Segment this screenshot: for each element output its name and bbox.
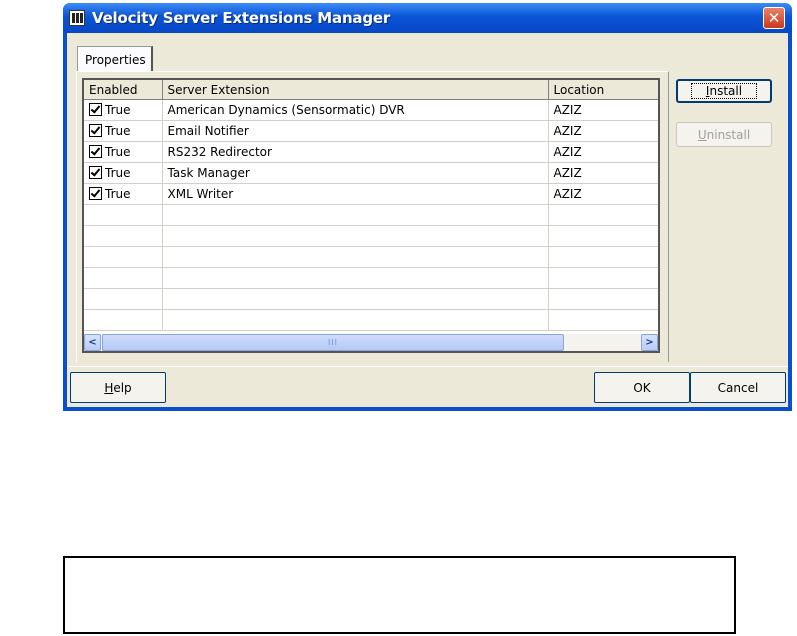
empty-table-row [84,267,658,289]
empty-cell [548,246,658,268]
horizontal-scrollbar[interactable]: < III > [84,334,658,351]
empty-cell [548,204,658,226]
empty-cell [84,309,163,331]
empty-cell [548,309,658,331]
table-row[interactable]: True Email Notifier AZIZ [84,120,658,142]
empty-cell [84,246,163,268]
separator [67,366,788,367]
window-title: Velocity Server Extensions Manager [92,9,391,27]
location-cell[interactable]: AZIZ [548,99,658,121]
empty-cell [548,225,658,247]
server-extension-cell[interactable]: American Dynamics (Sensormatic) DVR [162,99,549,121]
column-header-location[interactable]: Location [548,80,658,100]
empty-cell [162,225,549,247]
checkbox-checked-icon[interactable] [89,124,102,137]
empty-table-row [84,246,658,268]
location-cell[interactable]: AZIZ [548,183,658,205]
location-cell[interactable]: AZIZ [548,141,658,163]
ok-button[interactable]: OK [594,372,690,403]
empty-table-row [84,204,658,226]
empty-cell [162,267,549,289]
help-button[interactable]: Help [70,372,166,403]
location-cell[interactable]: AZIZ [548,162,658,184]
uninstall-button[interactable]: Uninstall [676,122,772,147]
help-button-label: Help [104,380,132,395]
close-icon: ✕ [767,8,781,27]
install-button[interactable]: Install [676,79,772,103]
cancel-button[interactable]: Cancel [690,372,786,403]
enabled-cell[interactable]: True [84,99,163,121]
extensions-table: Enabled Server Extension Location True Am… [84,80,658,331]
chevron-left-icon: < [88,337,97,348]
enabled-value: True [105,145,131,159]
title-bar[interactable]: Velocity Server Extensions Manager ✕ [63,3,792,33]
table-row[interactable]: True XML Writer AZIZ [84,183,658,205]
server-extension-cell[interactable]: Email Notifier [162,120,549,142]
table-header-row: Enabled Server Extension Location [84,80,658,100]
scroll-left-button[interactable]: < [84,334,101,351]
server-extension-cell[interactable]: Task Manager [162,162,549,184]
chevron-right-icon: > [645,337,654,348]
enabled-value: True [105,166,131,180]
empty-cell [162,288,549,310]
server-extension-cell[interactable]: XML Writer [162,183,549,205]
scroll-right-button[interactable]: > [641,334,658,351]
checkbox-checked-icon[interactable] [89,166,102,179]
enabled-cell[interactable]: True [84,183,163,205]
empty-table-row [84,225,658,247]
empty-cell [84,204,163,226]
install-button-label: Install [690,83,758,99]
empty-cell [548,267,658,289]
table-row[interactable]: True Task Manager AZIZ [84,162,658,184]
extensions-grid: Enabled Server Extension Location True Am… [82,78,660,353]
empty-cell [548,288,658,310]
enabled-value: True [105,124,131,138]
table-row[interactable]: True American Dynamics (Sensormatic) DVR A… [84,99,658,121]
server-extension-cell[interactable]: RS232 Redirector [162,141,549,163]
location-cell[interactable]: AZIZ [548,120,658,142]
dialog-client-area: Properties Enabled Server Extension Loca… [67,33,788,407]
tab-properties[interactable]: Properties [77,46,153,72]
uninstall-button-label: Uninstall [697,127,751,142]
table-row[interactable]: True RS232 Redirector AZIZ [84,141,658,163]
empty-table-row [84,288,658,310]
empty-cell [84,267,163,289]
empty-cell [162,204,549,226]
empty-cell [84,225,163,247]
empty-note-box [63,556,736,634]
scrollbar-thumb[interactable]: III [102,334,564,351]
app-icon [69,10,85,26]
empty-cell [162,309,549,331]
checkbox-checked-icon[interactable] [89,187,102,200]
enabled-value: True [105,103,131,117]
enabled-cell[interactable]: True [84,141,163,163]
checkbox-checked-icon[interactable] [89,103,102,116]
column-header-server-extension[interactable]: Server Extension [162,80,549,100]
enabled-cell[interactable]: True [84,162,163,184]
dialog-window: Velocity Server Extensions Manager ✕ Pro… [63,3,792,411]
cancel-button-label: Cancel [717,380,759,395]
enabled-value: True [105,187,131,201]
empty-table-row [84,309,658,331]
close-button[interactable]: ✕ [763,7,785,29]
enabled-cell[interactable]: True [84,120,163,142]
grip-icon: III [327,338,339,347]
checkbox-checked-icon[interactable] [89,145,102,158]
empty-cell [162,246,549,268]
ok-button-label: OK [633,380,651,395]
column-header-enabled[interactable]: Enabled [84,80,163,100]
empty-cell [84,288,163,310]
